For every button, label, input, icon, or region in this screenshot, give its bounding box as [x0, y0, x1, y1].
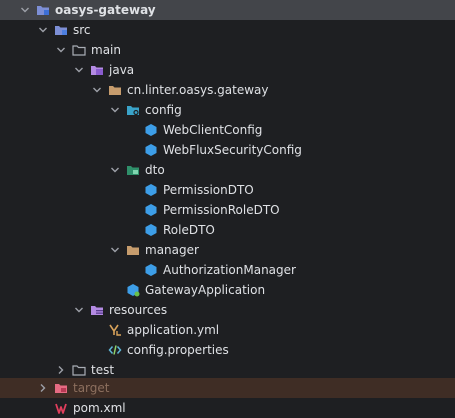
chevron-down-icon[interactable]: [91, 84, 103, 96]
tree-item-label: java: [109, 63, 135, 77]
chevron-right-icon[interactable]: [55, 364, 67, 376]
tree-item-pom-xml[interactable]: pom.xml: [0, 398, 455, 418]
chevron-down-icon[interactable]: [109, 244, 121, 256]
java-class-icon: [144, 183, 158, 197]
tree-item-web-flux-security-config[interactable]: WebFluxSecurityConfig: [0, 140, 455, 160]
tree-item-test[interactable]: test: [0, 360, 455, 380]
properties-file-icon: [108, 343, 122, 357]
source-root-icon: [90, 63, 104, 77]
tree-item-src[interactable]: src: [0, 20, 455, 40]
chevron-down-icon[interactable]: [73, 304, 85, 316]
tree-item-label: cn.linter.oasys.gateway: [127, 83, 269, 97]
yaml-file-icon: [108, 323, 122, 337]
java-class-icon: [144, 123, 158, 137]
tree-item-label: config.properties: [127, 343, 229, 357]
java-class-icon: [144, 143, 158, 157]
tree-item-config-properties[interactable]: config.properties: [0, 340, 455, 360]
tree-item-oasys-gateway[interactable]: oasys-gateway: [0, 0, 455, 20]
tree-item-label: PermissionDTO: [163, 183, 254, 197]
folder-icon: [72, 43, 86, 57]
config-folder-icon: [126, 103, 140, 117]
tree-item-manager[interactable]: manager: [0, 240, 455, 260]
tree-item-label: dto: [145, 163, 165, 177]
tree-item-main[interactable]: main: [0, 40, 455, 60]
chevron-down-icon[interactable]: [19, 4, 31, 16]
tree-item-gateway-application[interactable]: GatewayApplication: [0, 280, 455, 300]
tree-item-label: PermissionRoleDTO: [163, 203, 280, 217]
tree-item-web-client-config[interactable]: WebClientConfig: [0, 120, 455, 140]
tree-item-label: application.yml: [127, 323, 220, 337]
source-folder-icon: [54, 23, 68, 37]
tree-item-application-yml[interactable]: application.yml: [0, 320, 455, 340]
tree-item-label: config: [145, 103, 182, 117]
dto-folder-icon: [126, 163, 140, 177]
tree-item-target[interactable]: target: [0, 378, 455, 398]
tree-item-authorization-manager[interactable]: AuthorizationManager: [0, 260, 455, 280]
chevron-down-icon[interactable]: [73, 64, 85, 76]
resource-root-icon: [90, 303, 104, 317]
package-folder-icon: [126, 243, 140, 257]
chevron-down-icon[interactable]: [55, 44, 67, 56]
tree-item-label: src: [73, 23, 91, 37]
package-folder-icon: [108, 83, 122, 97]
tree-item-label: oasys-gateway: [55, 3, 156, 17]
folder-icon: [72, 363, 86, 377]
tree-item-role-dto[interactable]: RoleDTO: [0, 220, 455, 240]
java-class-icon: [144, 203, 158, 217]
chevron-right-icon[interactable]: [37, 382, 49, 394]
tree-item-label: WebClientConfig: [163, 123, 263, 137]
tree-item-label: WebFluxSecurityConfig: [163, 143, 302, 157]
excluded-folder-icon: [54, 381, 68, 395]
tree-item-label: pom.xml: [73, 401, 126, 415]
tree-item-permission-role-dto[interactable]: PermissionRoleDTO: [0, 200, 455, 220]
tree-item-label: manager: [145, 243, 199, 257]
tree-item-label: RoleDTO: [163, 223, 215, 237]
tree-item-label: test: [91, 363, 115, 377]
tree-item-label: main: [91, 43, 121, 57]
chevron-down-icon[interactable]: [37, 24, 49, 36]
java-class-icon: [144, 263, 158, 277]
module-folder-icon: [36, 3, 50, 17]
tree-item-label: resources: [109, 303, 168, 317]
tree-item-resources[interactable]: resources: [0, 300, 455, 320]
spring-boot-class-icon: [126, 283, 140, 297]
tree-item-package[interactable]: cn.linter.oasys.gateway: [0, 80, 455, 100]
project-tree: oasys-gateway src main java cn.linter.oa…: [0, 0, 455, 418]
java-class-icon: [144, 223, 158, 237]
tree-item-label: AuthorizationManager: [163, 263, 296, 277]
tree-item-permission-dto[interactable]: PermissionDTO: [0, 180, 455, 200]
chevron-down-icon[interactable]: [109, 164, 121, 176]
tree-item-label: GatewayApplication: [145, 283, 266, 297]
chevron-down-icon[interactable]: [109, 104, 121, 116]
tree-item-java[interactable]: java: [0, 60, 455, 80]
tree-item-dto[interactable]: dto: [0, 160, 455, 180]
tree-item-label: target: [73, 381, 110, 395]
tree-item-config[interactable]: config: [0, 100, 455, 120]
maven-icon: [54, 401, 68, 415]
